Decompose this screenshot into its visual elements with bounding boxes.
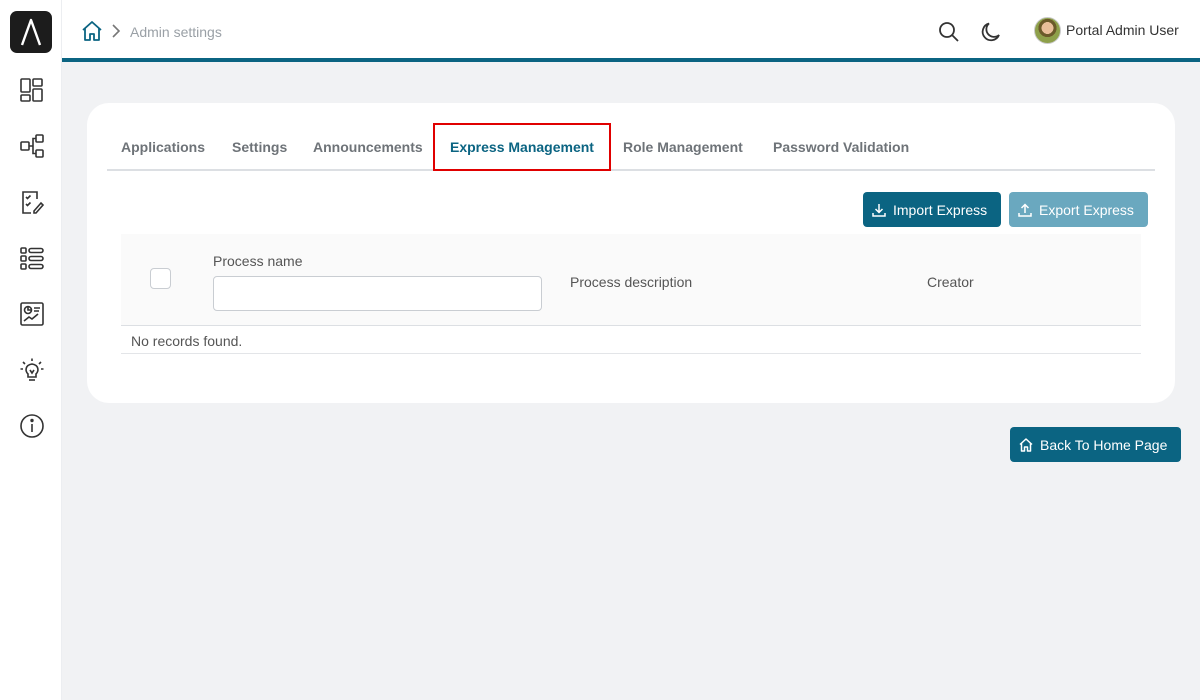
user-menu[interactable]: Portal Admin User (1034, 15, 1179, 45)
back-to-home-label: Back To Home Page (1040, 436, 1168, 453)
table-row: No records found. (121, 326, 1141, 354)
list-icon[interactable] (17, 243, 47, 273)
user-name: Portal Admin User (1066, 22, 1179, 38)
moon-icon[interactable] (979, 20, 1003, 44)
dashboard-icon[interactable] (17, 75, 47, 105)
tab-bar: Applications Settings Announcements Expr… (107, 123, 1155, 171)
chevron-right-icon (110, 22, 122, 40)
avatar (1034, 16, 1061, 44)
search-icon[interactable] (937, 20, 961, 44)
back-to-home-button[interactable]: Back To Home Page (1010, 427, 1182, 462)
download-icon (872, 203, 886, 217)
home-icon (1019, 437, 1033, 452)
statistics-icon[interactable] (17, 299, 47, 329)
sidebar (0, 0, 62, 700)
export-express-label: Export Express (1039, 201, 1134, 218)
info-icon[interactable] (17, 411, 47, 441)
top-bar: Admin settings Portal Admin User (62, 0, 1200, 62)
select-all-checkbox[interactable] (150, 268, 171, 289)
tab-announcements[interactable]: Announcements (313, 123, 423, 171)
task-checklist-icon[interactable] (17, 187, 47, 217)
tab-settings[interactable]: Settings (232, 123, 287, 171)
home-icon[interactable] (80, 19, 104, 43)
process-name-filter-input[interactable] (213, 276, 542, 311)
empty-message: No records found. (131, 333, 243, 349)
lightbulb-icon[interactable] (17, 355, 47, 385)
export-express-button[interactable]: Export Express (1009, 192, 1148, 227)
tab-applications[interactable]: Applications (121, 123, 205, 171)
import-express-label: Import Express (893, 201, 988, 218)
tab-password-validation[interactable]: Password Validation (773, 123, 909, 171)
table-header: Process name Process description Creator (121, 234, 1141, 326)
upload-icon (1018, 202, 1032, 217)
import-express-button[interactable]: Import Express (863, 192, 1002, 227)
tab-express-management[interactable]: Express Management (433, 123, 611, 171)
column-process-name: Process name (213, 253, 303, 269)
breadcrumb-current: Admin settings (130, 24, 222, 40)
tab-role-management[interactable]: Role Management (623, 123, 743, 171)
admin-settings-card: Applications Settings Announcements Expr… (87, 103, 1175, 403)
lambda-logo-icon[interactable] (10, 11, 52, 53)
column-creator: Creator (927, 274, 974, 290)
process-flow-icon[interactable] (17, 131, 47, 161)
column-process-description: Process description (570, 274, 693, 290)
